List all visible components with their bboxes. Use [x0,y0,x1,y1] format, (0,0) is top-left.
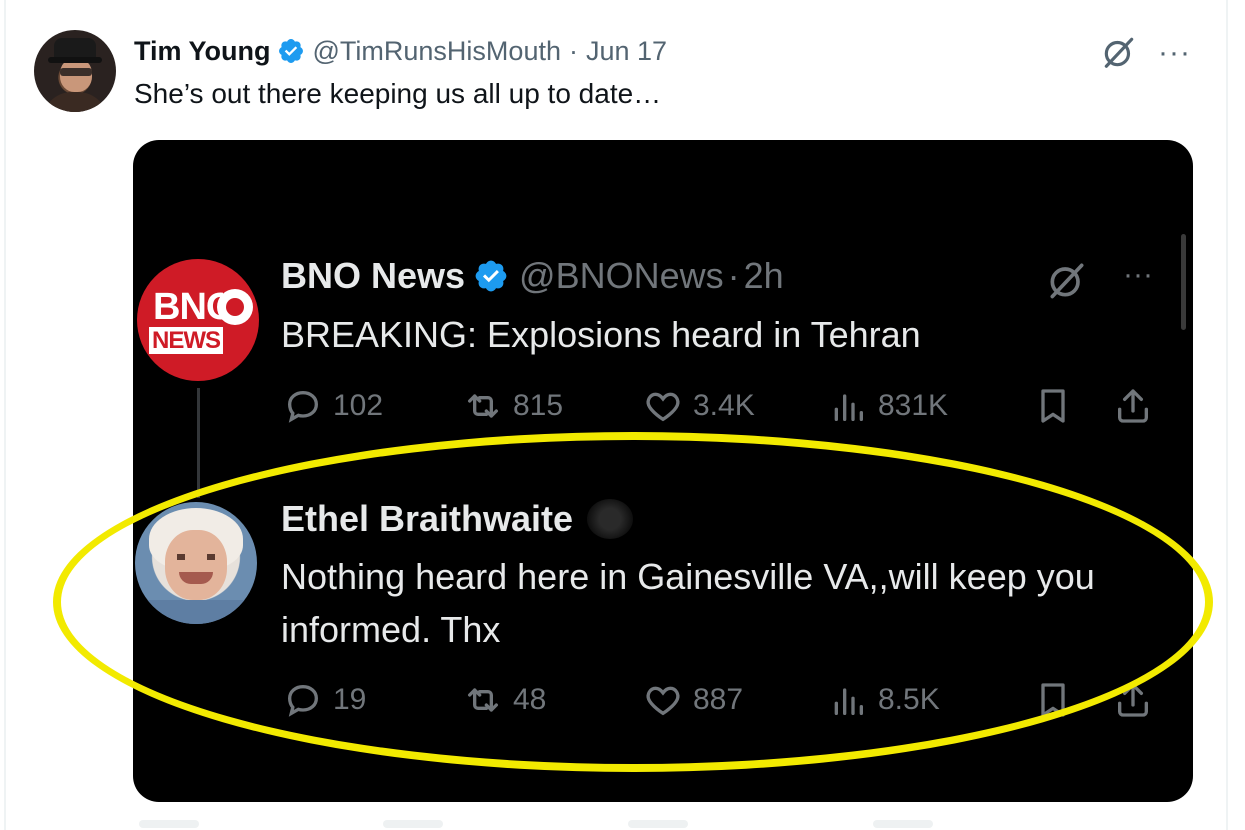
like-count: 887 [693,683,744,716]
reply-action-bar: 19 48 887 8.5K [283,680,1163,720]
timeline-border-right [1226,0,1228,830]
reply-tweet-text: Nothing heard here in Gainesville VA,,wi… [281,556,1095,650]
reply-button[interactable]: 102 [283,386,383,426]
views-button[interactable]: 831K [828,386,948,426]
bno-avatar-text: BNO [153,286,223,328]
author-name[interactable]: Tim Young [134,36,271,67]
scrollbar[interactable] [1181,234,1186,330]
grok-icon[interactable] [1045,258,1089,302]
reply-count: 102 [333,389,384,422]
views-icon [834,688,863,715]
reply-icon [287,684,319,717]
like-button[interactable]: 887 [643,680,743,720]
repost-icon [468,688,498,712]
reply-author-name[interactable]: Ethel Braithwaite [281,498,573,540]
meta-separator: · [727,255,740,296]
embedded-author-handle[interactable]: @BNONews [519,255,724,297]
bno-logo-ring [217,289,253,325]
embedded-author-name[interactable]: BNO News [281,255,465,297]
like-count: 3.4K [693,389,755,422]
views-count: 8.5K [878,683,940,716]
tweet-text: She’s out there keeping us all up to dat… [134,78,662,109]
timeline-border-left [4,0,6,830]
grok-icon[interactable] [1100,33,1138,71]
action-bar: 102 815 3.4K 831K [283,386,1163,426]
more-icon[interactable]: ··· [1123,258,1153,292]
share-icon[interactable] [1113,680,1153,720]
tweet-header: Tim Young @TimRunsHisMouth · Jun 17 [134,32,667,70]
repost-button[interactable]: 815 [463,386,563,426]
verified-badge-icon[interactable] [473,258,509,294]
share-icon[interactable] [1113,386,1153,426]
author-handle[interactable]: @TimRunsHisMouth [313,36,561,67]
blurred-badge [587,499,634,539]
views-icon [834,394,863,421]
thread-line [197,388,200,498]
reply-button[interactable]: 19 [283,680,366,720]
embedded-tweet-time[interactable]: 2h [744,255,784,297]
reply-avatar[interactable] [135,502,257,624]
like-icon [646,392,680,422]
embedded-screenshot[interactable]: BNO NEWS BNO News @BNONews · 2h ··· BREA… [133,140,1193,802]
verified-badge-icon[interactable] [277,37,305,65]
like-button[interactable]: 3.4K [643,386,755,426]
meta-separator: · [568,35,578,66]
reply-count: 19 [333,683,367,716]
avatar[interactable] [34,30,116,112]
more-icon[interactable]: ··· [1158,36,1191,70]
bno-avatar-subtext: NEWS [149,327,223,354]
bookmark-icon[interactable] [1033,680,1073,720]
reply-icon [287,390,319,423]
views-count: 831K [878,389,949,422]
next-action-row-hint [133,812,1193,830]
embedded-tweet-text: BREAKING: Explosions heard in Tehran [281,314,921,355]
reply-tweet-header: Ethel Braithwaite [281,498,634,540]
repost-button[interactable]: 48 [463,680,546,720]
tweet-date[interactable]: Jun 17 [586,36,667,67]
embedded-tweet-header: BNO News @BNONews · 2h [281,255,784,297]
bookmark-icon[interactable] [1033,386,1073,426]
like-icon [646,686,680,716]
repost-count: 48 [513,683,547,716]
repost-icon [468,394,498,418]
views-button[interactable]: 8.5K [828,680,940,720]
repost-count: 815 [513,389,564,422]
